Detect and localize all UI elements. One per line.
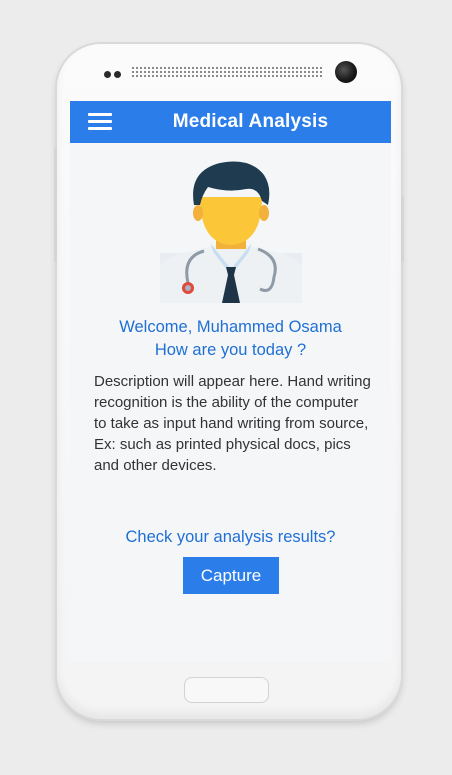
description-text: Description will appear here. Hand writi…: [94, 373, 371, 474]
doctor-avatar-icon: [160, 161, 302, 303]
phone-side-button-left: [54, 148, 57, 262]
app-title: Medical Analysis: [172, 111, 329, 132]
home-button[interactable]: [184, 677, 269, 703]
earpiece-speaker: [131, 66, 322, 79]
greeting-question: How are you today ?: [154, 341, 307, 359]
front-camera: [335, 61, 357, 83]
sensor-dot: [114, 71, 121, 78]
app-screen: Medical Analysis Welcome, Muhammed Osama…: [70, 101, 391, 662]
phone-side-button-right: [401, 196, 404, 262]
sensor-dot: [104, 71, 111, 78]
app-bar: Medical Analysis: [70, 101, 391, 143]
analysis-prompt: Check your analysis results?: [125, 528, 336, 546]
welcome-message: Welcome, Muhammed Osama: [119, 318, 342, 336]
hamburger-menu-icon[interactable]: [88, 113, 112, 131]
capture-button[interactable]: Capture: [183, 557, 279, 594]
